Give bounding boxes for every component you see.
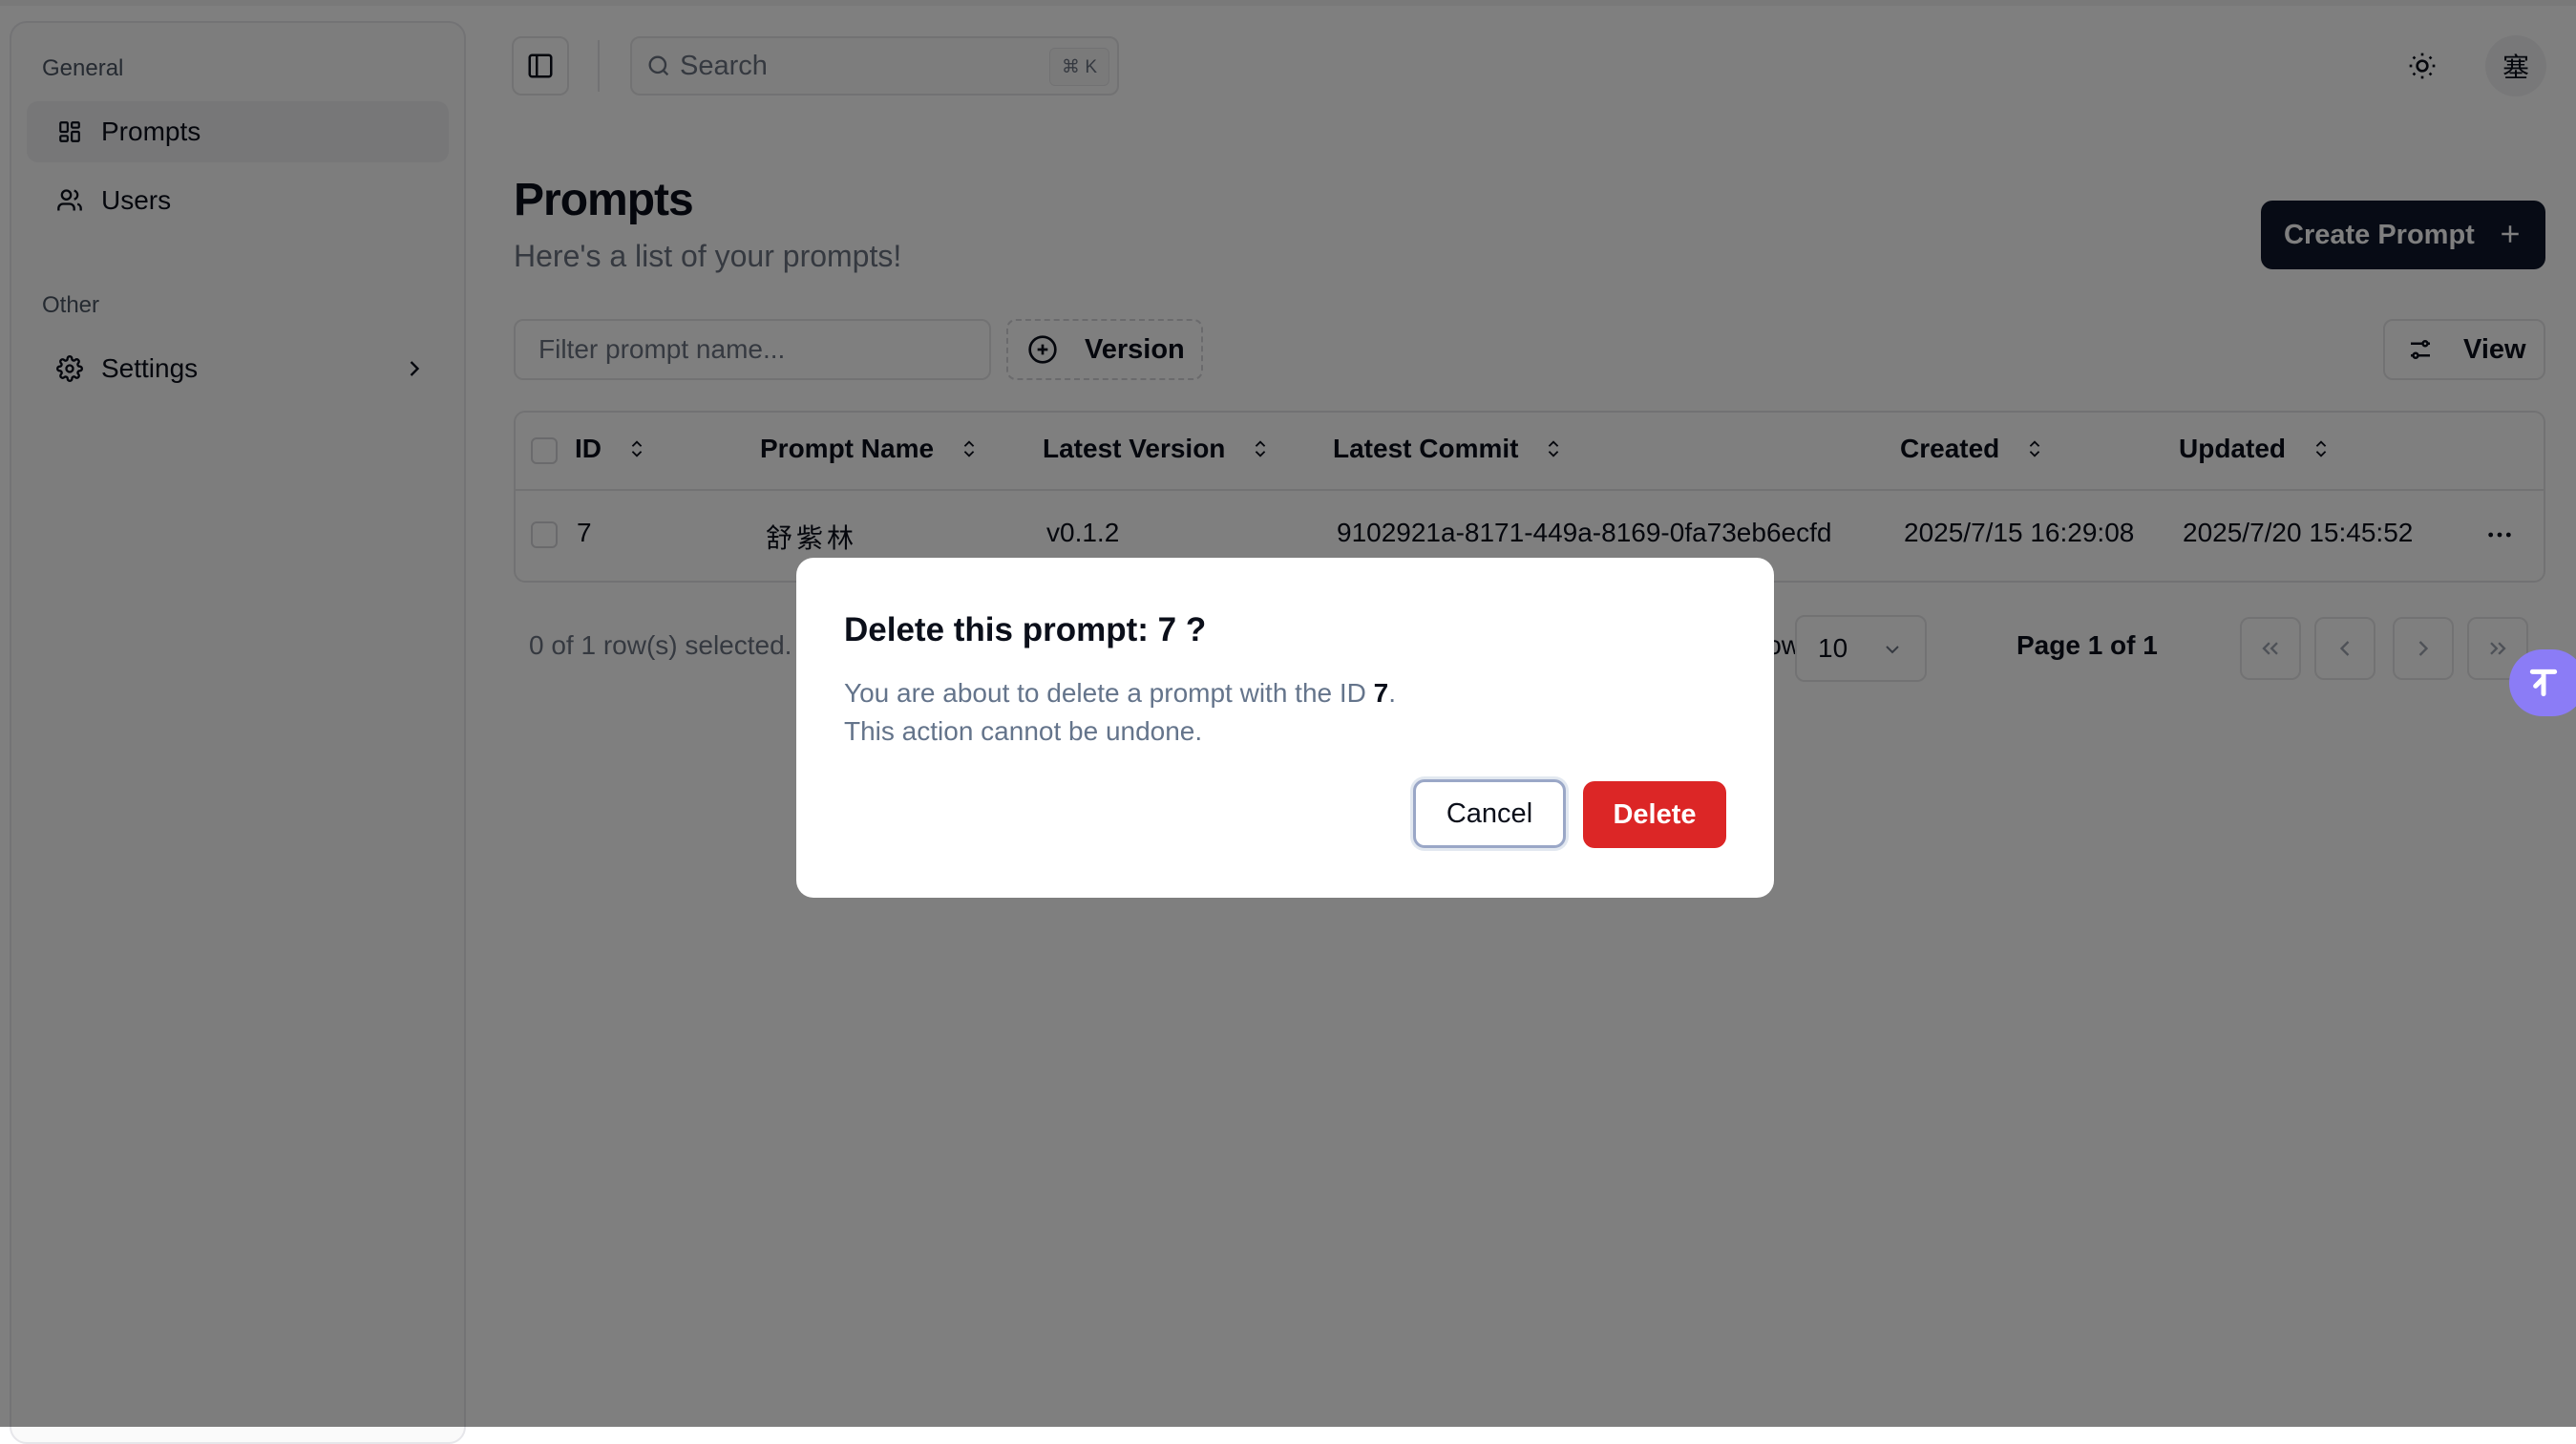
- delete-button[interactable]: Delete: [1583, 781, 1726, 848]
- translate-icon: [2524, 664, 2563, 702]
- cancel-button[interactable]: Cancel: [1413, 779, 1566, 848]
- delete-confirm-dialog: Delete this prompt: 7 ? You are about to…: [796, 558, 1774, 898]
- dialog-desc-suffix: .: [1388, 678, 1397, 708]
- dialog-desc-line2: This action cannot be undone.: [844, 716, 1203, 746]
- floating-translate-button[interactable]: [2509, 649, 2576, 716]
- dialog-desc-prefix: You are about to delete a prompt with th…: [844, 678, 1374, 708]
- dialog-desc-id: 7: [1373, 678, 1389, 708]
- dialog-description: You are about to delete a prompt with th…: [844, 674, 1396, 751]
- dialog-title: Delete this prompt: 7 ?: [844, 611, 1207, 648]
